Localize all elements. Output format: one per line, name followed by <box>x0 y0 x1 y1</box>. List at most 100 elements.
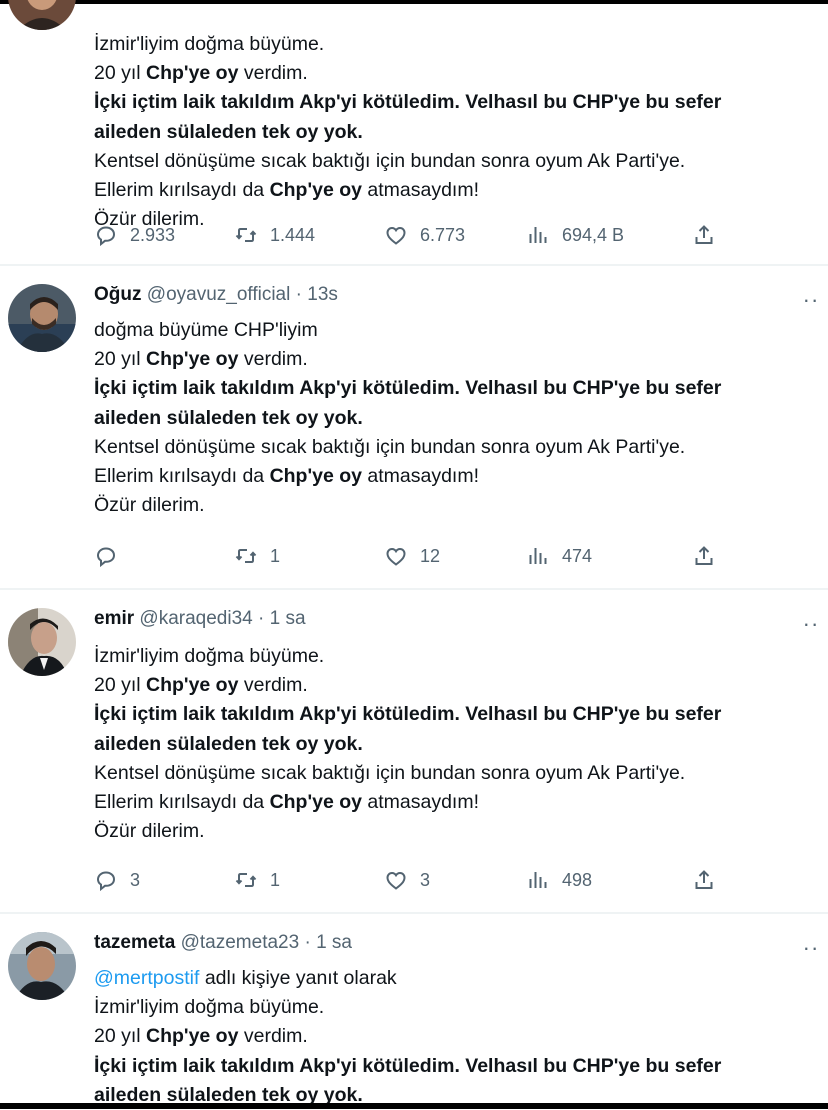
tweet-header: emir @karaqedi34 · 1 sa <box>94 608 306 630</box>
text-segment: Ellerim kırılsaydı da <box>94 179 270 201</box>
more-options-icon[interactable]: ·· <box>798 289 824 311</box>
retweet-icon <box>234 223 258 247</box>
text-segment: Özür dilerim. <box>94 820 205 843</box>
text-segment: Chp'ye oy <box>269 791 362 813</box>
tweet-timestamp[interactable]: 13s <box>307 284 338 305</box>
text-segment: Kentsel dönüşüme sıcak baktığı için bund… <box>94 149 686 172</box>
text-segment: 20 yıl <box>94 348 147 371</box>
text-segment: İçki içtim laik takıldım Akp'yi kötüledi… <box>94 91 722 114</box>
tweet-text-line: Özür dilerim. <box>94 817 205 846</box>
retweet-button[interactable]: 1 <box>234 541 280 571</box>
tweet-text-line: Kentsel dönüşüme sıcak baktığı için bund… <box>94 759 685 788</box>
share-icon <box>692 868 716 892</box>
tweet-text-line: doğma büyüme CHP'liyim <box>94 316 318 345</box>
stat-count: 1 <box>270 545 281 566</box>
views-icon <box>526 544 550 568</box>
tweet-header: tazemeta @tazemeta23 · 1 sa <box>94 932 352 954</box>
text-segment: Kentsel dönüşüme sıcak baktığı için bund… <box>94 435 686 458</box>
tweet-text-line: Ellerim kırılsaydı da Chp'ye oy atmasayd… <box>94 462 479 491</box>
text-segment: 20 yıl <box>94 62 147 85</box>
views-icon <box>526 868 550 892</box>
tweet-text-line: İçki içtim laik takıldım Akp'yi kötüledi… <box>94 374 721 403</box>
user-name[interactable]: tazemeta <box>94 932 175 953</box>
tweet-text-line: İçki içtim laik takıldım Akp'yi kötüledi… <box>94 700 721 729</box>
stat-count: 12 <box>420 545 441 566</box>
more-options-icon[interactable]: ·· <box>798 937 824 959</box>
like-icon <box>384 544 408 568</box>
tweet-divider <box>0 912 828 914</box>
text-segment: atmasaydım! <box>361 465 480 487</box>
like-button[interactable]: 3 <box>384 865 430 895</box>
tweet-timestamp[interactable]: 1 sa <box>316 932 352 953</box>
tweet-timestamp[interactable]: 1 sa <box>270 608 306 629</box>
text-segment: aileden sülaleden tek oy yok. <box>94 120 363 143</box>
tweet-text-line: İçki içtim laik takıldım Akp'yi kötüledi… <box>94 88 721 117</box>
text-segment: aileden sülaleden tek oy yok. <box>94 732 363 755</box>
stat-count: 694,4 B <box>562 224 625 245</box>
reply-button[interactable]: 2.933 <box>94 220 175 250</box>
tweet-text-line: İzmir'liyim doğma büyüme. <box>94 993 324 1022</box>
text-segment: 20 yıl <box>94 674 147 697</box>
text-segment: Chp'ye oy <box>269 465 362 487</box>
avatar[interactable] <box>8 932 76 1000</box>
user-handle[interactable]: @tazemeta23 <box>181 932 300 953</box>
text-segment: İçki içtim laik takıldım Akp'yi kötüledi… <box>94 377 722 400</box>
reply-button[interactable] <box>94 541 130 571</box>
user-handle[interactable]: @karaqedi34 <box>139 608 252 629</box>
tweet-text-line: Kentsel dönüşüme sıcak baktığı için bund… <box>94 433 685 462</box>
retweet-icon <box>234 544 258 568</box>
text-segment: İzmir'liyim doğma büyüme. <box>94 996 325 1019</box>
stat-count: 1 <box>270 869 281 890</box>
like-icon <box>384 868 408 892</box>
views-button[interactable]: 498 <box>526 865 592 895</box>
tweet-text-line: 20 yıl Chp'ye oy verdim. <box>94 1022 308 1051</box>
text-segment: doğma büyüme CHP'liyim <box>94 319 318 341</box>
avatar[interactable] <box>8 608 76 676</box>
reply-icon <box>94 868 118 892</box>
text-segment: verdim. <box>238 62 308 85</box>
share-icon <box>692 223 716 247</box>
tweet-text-line: Ellerim kırılsaydı da Chp'ye oy atmasayd… <box>94 176 479 205</box>
retweet-button[interactable]: 1.444 <box>234 220 315 250</box>
user-handle[interactable]: @oyavuz_official <box>147 284 291 305</box>
tweet-text-line: @mertpostif adlı kişiye yanıt olarak <box>94 964 397 993</box>
share-button[interactable] <box>692 541 716 571</box>
stat-count: 3 <box>420 869 431 890</box>
more-options-icon[interactable]: ·· <box>798 613 824 635</box>
share-button[interactable] <box>692 220 716 250</box>
tweet-action-bar: 2.933 1.444 6.773 694,4 B <box>94 220 734 250</box>
text-segment: İçki içtim laik takıldım Akp'yi kötüledi… <box>94 1054 722 1077</box>
screenshot-bottom-edge <box>0 1103 828 1109</box>
tweet-text-line: 20 yıl Chp'ye oy verdim. <box>94 345 308 374</box>
reply-button[interactable]: 3 <box>94 865 140 895</box>
tweet-divider <box>0 588 828 590</box>
text-segment: atmasaydım! <box>361 179 480 201</box>
text-segment: atmasaydım! <box>361 791 480 813</box>
tweet-text-line: aileden sülaleden tek oy yok. <box>94 118 363 147</box>
like-button[interactable]: 12 <box>384 541 440 571</box>
reply-icon <box>94 223 118 247</box>
reply-mention-link[interactable]: @mertpostif <box>94 967 199 989</box>
retweet-button[interactable]: 1 <box>234 865 280 895</box>
like-icon <box>384 223 408 247</box>
text-segment: Chp'ye oy <box>146 1025 239 1048</box>
views-button[interactable]: 474 <box>526 541 592 571</box>
stat-count: 498 <box>562 869 593 890</box>
user-name[interactable]: emir <box>94 608 134 629</box>
avatar[interactable] <box>8 284 76 352</box>
text-segment: verdim. <box>238 348 308 371</box>
like-button[interactable]: 6.773 <box>384 220 465 250</box>
tweet-text-line: İçki içtim laik takıldım Akp'yi kötüledi… <box>94 1052 721 1081</box>
avatar[interactable] <box>8 0 76 30</box>
share-button[interactable] <box>692 865 716 895</box>
text-segment: Özür dilerim. <box>94 494 205 517</box>
tweet-divider <box>0 264 828 266</box>
tweet-text-line: Ellerim kırılsaydı da Chp'ye oy atmasayd… <box>94 788 479 817</box>
views-button[interactable]: 694,4 B <box>526 220 624 250</box>
text-segment: Chp'ye oy <box>146 674 239 697</box>
user-name[interactable]: Oğuz <box>94 284 142 305</box>
separator-dot: · <box>304 932 311 953</box>
tweet-text-line: aileden sülaleden tek oy yok. <box>94 404 363 433</box>
tweet-text-line: Kentsel dönüşüme sıcak baktığı için bund… <box>94 147 685 176</box>
tweet-text-line: 20 yıl Chp'ye oy verdim. <box>94 59 308 88</box>
